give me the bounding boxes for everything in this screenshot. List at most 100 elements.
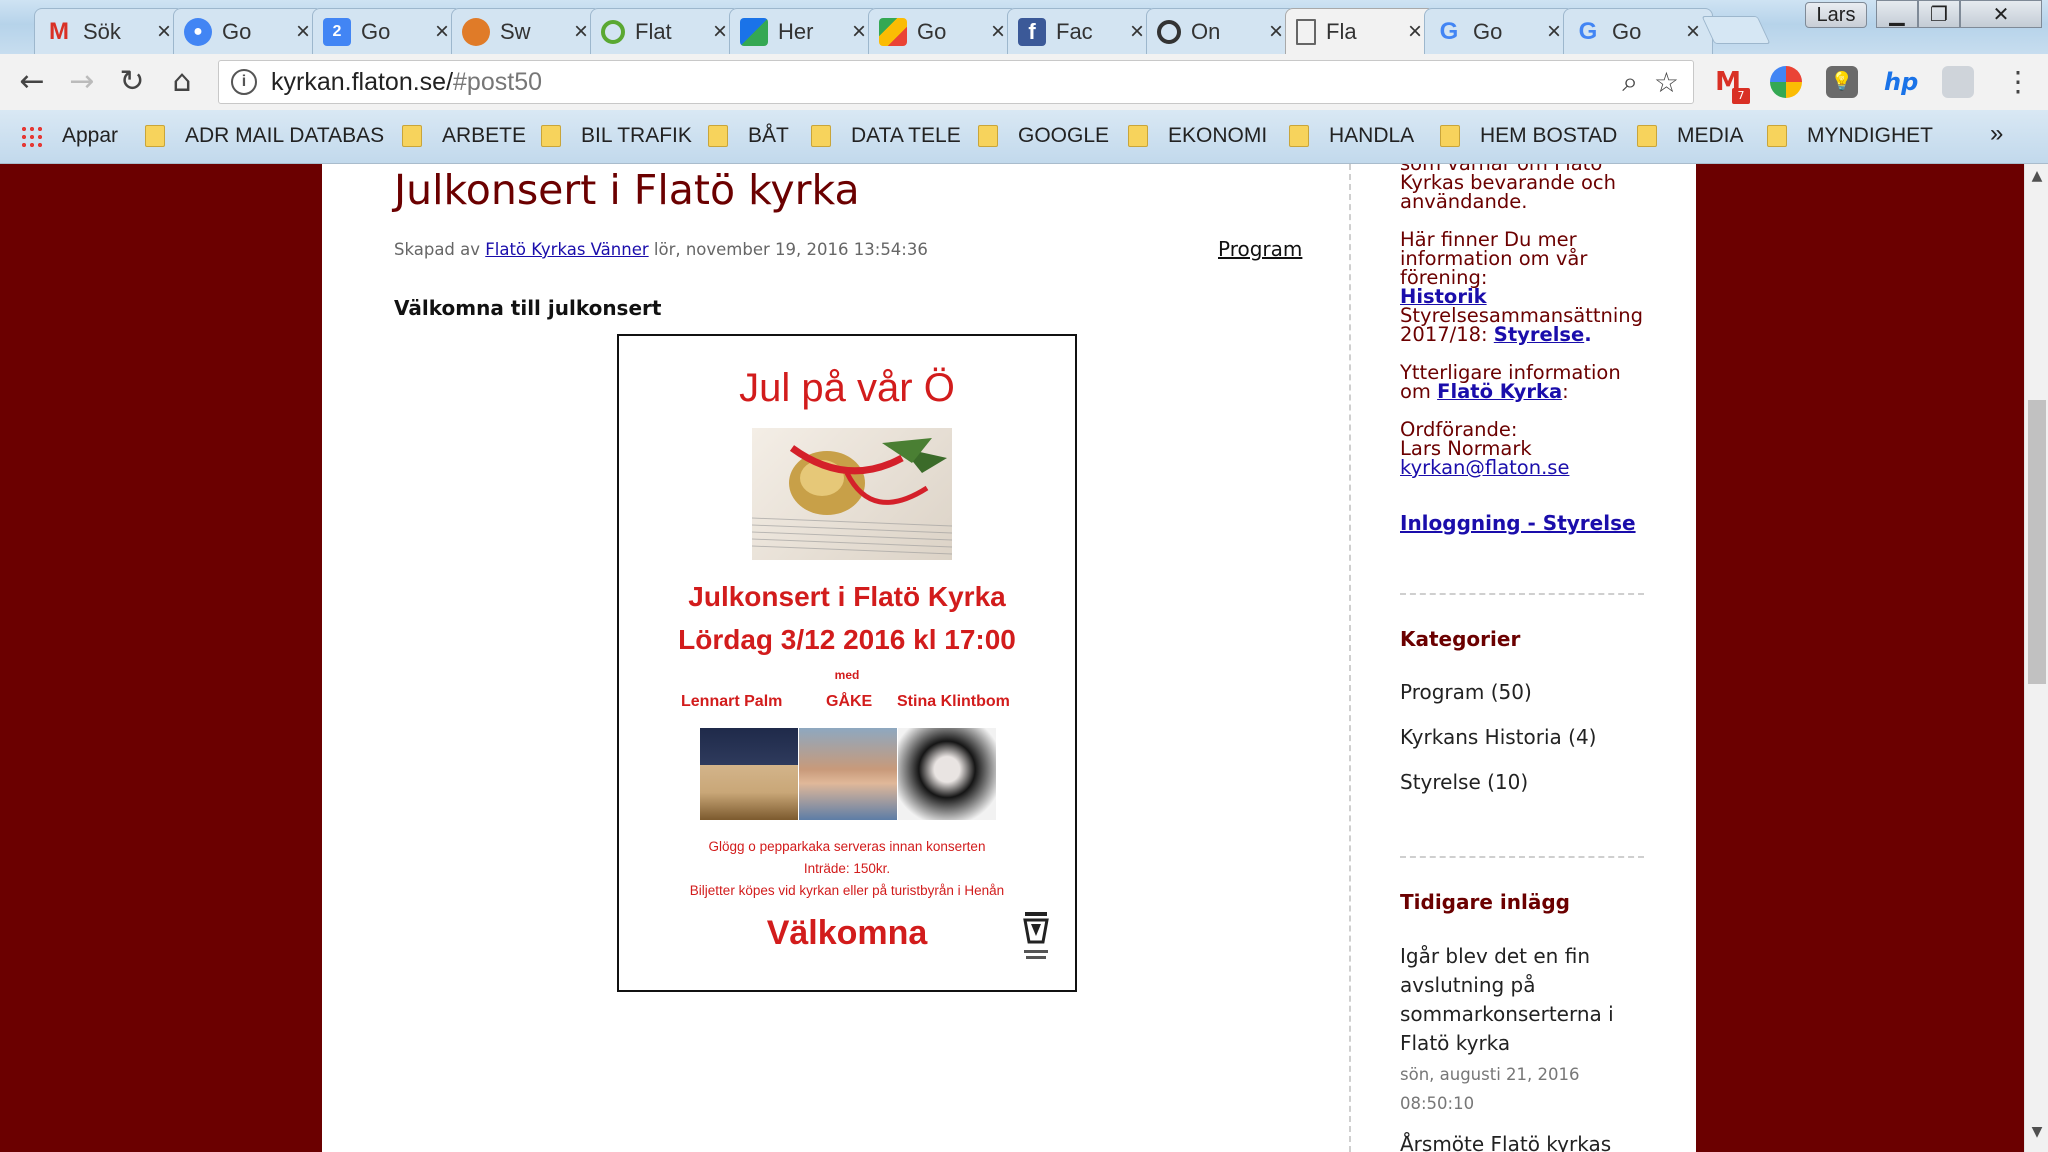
tab-google-account[interactable]: ● Go ×	[173, 8, 323, 54]
folder-icon	[1440, 125, 1460, 147]
email-link[interactable]: kyrkan@flaton.se	[1400, 456, 1569, 479]
zoom-icon[interactable]: ⌕	[1622, 66, 1638, 99]
tab-flat[interactable]: Flat ×	[590, 8, 740, 54]
column-divider	[1349, 164, 1351, 1152]
bookmark-folder[interactable]: BIL TRAFIK	[541, 124, 692, 148]
sidebar-divider	[1400, 593, 1644, 595]
category-item[interactable]: Program (50)	[1400, 682, 1532, 702]
google-calendar-icon: 2	[323, 17, 351, 46]
close-icon[interactable]: ×	[570, 18, 592, 46]
close-icon[interactable]: ×	[709, 18, 731, 46]
bookmark-label: BÅT	[748, 124, 789, 147]
tab-gmail[interactable]: M Sök ×	[34, 8, 184, 54]
close-icon[interactable]: ×	[987, 18, 1009, 46]
tab-google-maps[interactable]: Go ×	[868, 8, 1018, 54]
bookmark-folder[interactable]: HEM BOSTAD	[1440, 124, 1617, 148]
bookmark-label: BIL TRAFIK	[581, 124, 692, 147]
address-bar[interactable]: i kyrkan.flaton.se/ #post50 ⌕ ☆	[218, 60, 1694, 104]
new-tab-button[interactable]	[1701, 16, 1771, 44]
tab-swedbank[interactable]: Sw ×	[451, 8, 601, 54]
artist-name: Stina Klintbom	[897, 693, 1010, 710]
minimize-button[interactable]: ▁	[1876, 0, 1918, 28]
menu-icon[interactable]: ⋮	[1998, 62, 2038, 102]
puzzle-extension-icon[interactable]	[1942, 66, 1974, 98]
bookmark-folder[interactable]: HANDLA	[1289, 124, 1414, 148]
recent-post-link[interactable]: Igår blev det en fin avslutning på somma…	[1400, 942, 1640, 1058]
close-icon[interactable]: ×	[1126, 18, 1148, 46]
close-window-button[interactable]: ✕	[1960, 0, 2042, 28]
tab-facebook[interactable]: f Fac ×	[1007, 8, 1157, 54]
close-icon[interactable]: ×	[1404, 18, 1426, 46]
bookmark-folder[interactable]: MYNDIGHET	[1767, 124, 1933, 148]
bookmark-folder[interactable]: ARBETE	[402, 124, 526, 148]
concert-poster[interactable]: Jul på vår Ö Julkonsert i Flatö Kyrka Lö…	[617, 334, 1077, 992]
close-icon[interactable]: ×	[431, 18, 453, 46]
hp-extension-icon[interactable]: hp	[1884, 66, 1918, 98]
folder-icon	[1128, 125, 1148, 147]
flato-kyrka-link[interactable]: Flatö Kyrka	[1437, 380, 1562, 403]
close-icon[interactable]: ×	[292, 18, 314, 46]
bookmark-folder[interactable]: EKONOMI	[1128, 124, 1267, 148]
here-maps-icon	[740, 17, 768, 46]
bookmark-folder[interactable]: GOOGLE	[978, 124, 1109, 148]
close-icon[interactable]: ×	[1682, 18, 1704, 46]
bookmarks-overflow-button[interactable]: »	[1990, 120, 2003, 148]
artist-name: Lennart Palm	[681, 693, 783, 710]
scroll-thumb[interactable]	[2028, 400, 2046, 684]
bookmark-apps[interactable]: Appar	[20, 124, 118, 148]
info-icon[interactable]: i	[231, 69, 257, 95]
category-item[interactable]: Kyrkans Historia (4)	[1400, 727, 1596, 747]
more-prefix: om	[1400, 380, 1438, 403]
category-item[interactable]: Styrelse (10)	[1400, 772, 1528, 792]
bookmark-label: ADR MAIL DATABAS	[185, 124, 385, 147]
bookmark-label: HANDLA	[1329, 124, 1415, 147]
profile-button[interactable]: Lars	[1805, 2, 1867, 28]
artist-name: GÅKE	[826, 693, 873, 710]
tab-on[interactable]: On ×	[1146, 8, 1296, 54]
tab-title: Her	[778, 18, 814, 44]
login-link[interactable]: Inloggning - Styrelse	[1400, 511, 1636, 535]
tab-google-calendar[interactable]: 2 Go ×	[312, 8, 462, 54]
bookmark-folder[interactable]: ADR MAIL DATABAS	[145, 124, 384, 148]
close-icon[interactable]: ×	[1543, 18, 1565, 46]
lightbulb-extension-icon[interactable]: 💡	[1826, 66, 1858, 98]
tab-here[interactable]: Her ×	[729, 8, 879, 54]
styrelse-link[interactable]: Styrelse	[1494, 323, 1584, 346]
back-button[interactable]: ←	[12, 62, 52, 102]
page-scrollbar[interactable]: ▲ ▼	[2024, 164, 2048, 1152]
google-extension-icon[interactable]	[1770, 66, 1802, 98]
restore-button[interactable]: ❐	[1918, 0, 1960, 28]
close-icon[interactable]: ×	[153, 18, 175, 46]
close-icon[interactable]: ×	[1265, 18, 1287, 46]
scroll-down-arrow-icon[interactable]: ▼	[2025, 1124, 2048, 1148]
forward-button[interactable]: →	[62, 62, 102, 102]
tab-title: Fac	[1056, 18, 1093, 44]
bookmarks-bar: Appar ADR MAIL DATABAS ARBETE BIL TRAFIK…	[0, 110, 2048, 164]
tab-title: Go	[361, 18, 391, 44]
bookmark-label: DATA TELE	[851, 124, 961, 147]
tab-title: Go	[917, 18, 947, 44]
close-icon[interactable]: ×	[848, 18, 870, 46]
poster-info-line: Biljetter köpes vid kyrkan eller på turi…	[689, 883, 1005, 898]
bookmark-star-icon[interactable]: ☆	[1654, 66, 1679, 99]
tab-google-1[interactable]: G Go ×	[1424, 8, 1574, 54]
post-intro: Välkomna till julkonsert	[394, 296, 662, 320]
tab-flaton-active[interactable]: Fla ×	[1285, 8, 1435, 55]
category-link[interactable]: Program	[1218, 237, 1302, 261]
author-link[interactable]: Flatö Kyrkas Vänner	[485, 240, 648, 259]
bookmark-folder[interactable]: BÅT	[708, 124, 789, 148]
recent-post-link[interactable]: Årsmöte Flatö kyrkas	[1400, 1130, 1640, 1152]
bookmark-label: MYNDIGHET	[1807, 124, 1933, 147]
tab-google-2[interactable]: G Go ×	[1563, 8, 1713, 54]
folder-icon	[1637, 125, 1657, 147]
categories-heading: Kategorier	[1400, 627, 1521, 651]
home-button[interactable]: ⌂	[162, 62, 202, 102]
scroll-up-arrow-icon[interactable]: ▲	[2025, 168, 2048, 192]
reload-button[interactable]: ↻	[112, 62, 152, 102]
bookmark-folder[interactable]: MEDIA	[1637, 124, 1744, 148]
tab-title: Flat	[635, 18, 672, 44]
bookmark-folder[interactable]: DATA TELE	[811, 124, 961, 148]
about-text: användande.	[1400, 190, 1528, 213]
artist-photo	[700, 728, 798, 820]
bookmark-label: Appar	[62, 124, 119, 147]
